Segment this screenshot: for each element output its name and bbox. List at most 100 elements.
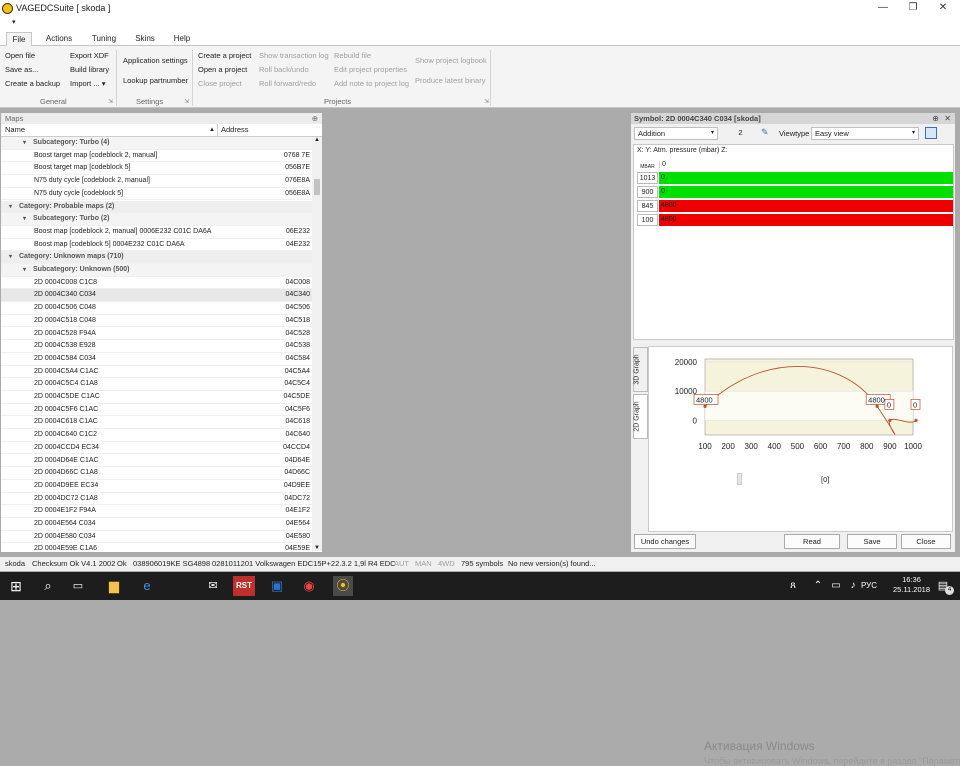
tab-help[interactable]: Help xyxy=(166,32,198,46)
build-library-button[interactable]: Build library xyxy=(70,65,109,74)
quick-access-toolbar[interactable]: ▾ xyxy=(0,16,960,30)
list-item[interactable]: 2D 0004C528 F94A 04C528 xyxy=(1,328,313,341)
list-item[interactable]: Boost target map [codeblock 5] 056B7E xyxy=(1,162,313,176)
list-item[interactable]: 2D 0004E1F2 F94A 04E1F2 xyxy=(1,505,313,518)
produce-latest-binary-button[interactable]: Produce latest binary xyxy=(415,76,485,85)
close-icon[interactable]: ✕ xyxy=(944,113,951,124)
list-item[interactable]: 2D 0004D66C C1A8 04D66C xyxy=(1,467,313,480)
export-xdf-button[interactable]: Export XDF xyxy=(70,51,109,60)
list-item[interactable]: 2D 0004D64E C1AC 04D64E xyxy=(1,455,313,468)
list-item[interactable]: 2D 0004D9EE EC34 04D9EE xyxy=(1,480,313,493)
amount-input[interactable]: 2 xyxy=(720,127,758,140)
list-item[interactable]: 2D 0004C538 E928 04C538 xyxy=(1,340,313,353)
subcategory-row[interactable]: ▾ Subcategory: Turbo (4) xyxy=(1,137,313,150)
windows-start-icon[interactable]: ⊞ xyxy=(6,576,26,596)
import-dropdown[interactable]: Import ... ▾ xyxy=(70,79,105,88)
list-item[interactable]: 2D 0004C340 C034 04C340 xyxy=(1,289,313,303)
tab-2d-graph[interactable]: 2D Graph xyxy=(633,394,648,439)
list-item[interactable]: 2D 0004CCD4 EC34 04CCD4 xyxy=(1,442,313,455)
tab-tuning[interactable]: Tuning xyxy=(86,32,122,46)
list-item[interactable]: N75 duty cycle [codeblock 2, manual] 076E… xyxy=(1,175,313,188)
grid-cell[interactable]: 0 xyxy=(659,172,953,184)
list-item[interactable]: Boost map [codeblock 5] 0004E232 C01C DA… xyxy=(1,239,313,252)
application-settings-button[interactable]: Application settings xyxy=(123,56,188,65)
close-button[interactable]: Close xyxy=(901,534,951,549)
list-item[interactable]: 2D 0004C518 C048 04C518 xyxy=(1,315,313,328)
list-item[interactable]: 2D 0004C506 C048 04C506 xyxy=(1,302,313,315)
save-as-button[interactable]: Save as... xyxy=(5,65,38,74)
grid-cell[interactable]: 0 xyxy=(659,186,953,198)
apply-icon[interactable]: ✎ xyxy=(761,127,769,138)
read-button[interactable]: Read xyxy=(784,534,840,549)
rst-app-icon[interactable]: RST xyxy=(233,576,255,596)
open-file-button[interactable]: Open file xyxy=(5,51,35,60)
list-item[interactable]: 2D 0004E59E C1A6 04E59E xyxy=(1,543,313,551)
mail-icon[interactable]: ✉ xyxy=(203,576,223,596)
viewtype-select[interactable]: Easy view ▾ xyxy=(811,127,919,140)
dialog-launcher-icon[interactable]: ⇲ xyxy=(108,98,113,105)
category-row[interactable]: ▾ Category: Probable maps (2) xyxy=(1,200,313,214)
add-note-button[interactable]: Add note to project log xyxy=(334,79,409,88)
maximize-button[interactable]: ❐ xyxy=(896,0,930,16)
subcategory-row[interactable]: ▾ Subcategory: Unknown (500) xyxy=(1,264,313,277)
minimize-button[interactable]: — xyxy=(866,0,900,16)
collapse-icon[interactable]: ▾ xyxy=(23,264,26,277)
list-item[interactable]: 2D 0004C5C4 C1A8 04C5C4 xyxy=(1,378,313,391)
edit-project-properties-button[interactable]: Edit project properties xyxy=(334,65,407,74)
roll-forward-button[interactable]: Roll forward/redo xyxy=(259,79,316,88)
list-item[interactable]: Boost map [codeblock 2, manual] 0006E232… xyxy=(1,226,313,239)
people-icon[interactable]: ጸ xyxy=(783,576,803,596)
dialog-launcher-icon[interactable]: ⇲ xyxy=(484,98,489,105)
show-transaction-log-button[interactable]: Show transaction log xyxy=(259,51,329,60)
list-item[interactable]: 2D 0004C640 C1C2 04C640 xyxy=(1,429,313,442)
clock[interactable]: 16:36 25.11.2018 xyxy=(893,575,930,595)
show-project-logbook-button[interactable]: Show project logbook xyxy=(415,56,487,65)
list-item[interactable]: 2D 0004E580 C034 04E580 xyxy=(1,531,313,544)
list-item[interactable]: 2D 0004C618 C1AC 04C618 xyxy=(1,416,313,430)
grid-cell[interactable]: 4800 xyxy=(659,214,953,226)
search-icon[interactable]: ⌕ xyxy=(38,576,58,596)
list-item[interactable]: Boost target map [codeblock 2, manual] 07… xyxy=(1,150,313,163)
chevron-up-icon[interactable]: ⌃ xyxy=(808,576,828,596)
operation-select[interactable]: Addition ▾ xyxy=(634,127,718,140)
tab-actions[interactable]: Actions xyxy=(40,32,78,46)
list-item[interactable]: 2D 0004DC72 C1A8 04DC72 xyxy=(1,493,313,506)
app-icon[interactable]: ▣ xyxy=(267,576,287,596)
list-item[interactable]: 2D 0004C008 C1C8 04C008 xyxy=(1,277,313,290)
list-item[interactable]: 2D 0004C5DE C1AC 04C5DE xyxy=(1,391,313,404)
save-button[interactable]: Save xyxy=(847,534,897,549)
collapse-icon[interactable]: ▾ xyxy=(9,251,12,264)
tab-skins[interactable]: Skins xyxy=(128,32,162,46)
create-backup-button[interactable]: Create a backup xyxy=(5,79,60,88)
list-item[interactable]: 2D 0004C5A4 C1AC 04C5A4 xyxy=(1,366,313,379)
lookup-partnumber-button[interactable]: Lookup partnumber xyxy=(123,76,188,85)
close-project-button[interactable]: Close project xyxy=(198,79,242,88)
chrome-icon[interactable]: ◉ xyxy=(299,576,319,596)
dialog-launcher-icon[interactable]: ⇲ xyxy=(184,98,189,105)
undo-changes-button[interactable]: Undo changes xyxy=(634,534,696,549)
column-name-header[interactable]: Name xyxy=(5,124,25,136)
slider-handle[interactable] xyxy=(737,473,742,485)
edge-browser-icon[interactable]: e xyxy=(137,576,157,596)
copy-icon[interactable] xyxy=(925,127,937,139)
rebuild-file-button[interactable]: Rebuild file xyxy=(334,51,371,60)
language-indicator[interactable]: РУС xyxy=(858,576,880,596)
list-item[interactable]: 2D 0004E564 C034 04E564 xyxy=(1,518,313,531)
task-view-icon[interactable]: ▭ xyxy=(68,576,88,596)
scroll-thumb[interactable] xyxy=(314,179,320,195)
file-explorer-icon[interactable]: ▆ xyxy=(104,576,124,596)
list-item[interactable]: 2D 0004C5F6 C1AC 04C5F6 xyxy=(1,404,313,417)
tab-file[interactable]: File xyxy=(6,32,32,47)
list-item[interactable]: N75 duty cycle [codeblock 5] 056E8A xyxy=(1,188,313,201)
roll-back-button[interactable]: Roll back/undo xyxy=(259,65,309,74)
column-address-header[interactable]: Address xyxy=(221,124,249,136)
subcategory-row[interactable]: ▾ Subcategory: Turbo (2) xyxy=(1,213,313,226)
category-row[interactable]: ▾ Category: Unknown maps (710) xyxy=(1,251,313,264)
open-project-button[interactable]: Open a project xyxy=(198,65,247,74)
grid-cell[interactable]: 4800 xyxy=(659,200,953,212)
collapse-icon[interactable]: ▾ xyxy=(23,213,26,226)
list-item[interactable]: 2D 0004C584 C034 04C584 xyxy=(1,353,313,366)
vagedcsuite-taskbar-icon[interactable]: ⦿ xyxy=(333,576,353,596)
tab-3d-graph[interactable]: 3D Graph xyxy=(633,347,648,392)
pin-icon[interactable]: ⊕ xyxy=(312,113,318,124)
